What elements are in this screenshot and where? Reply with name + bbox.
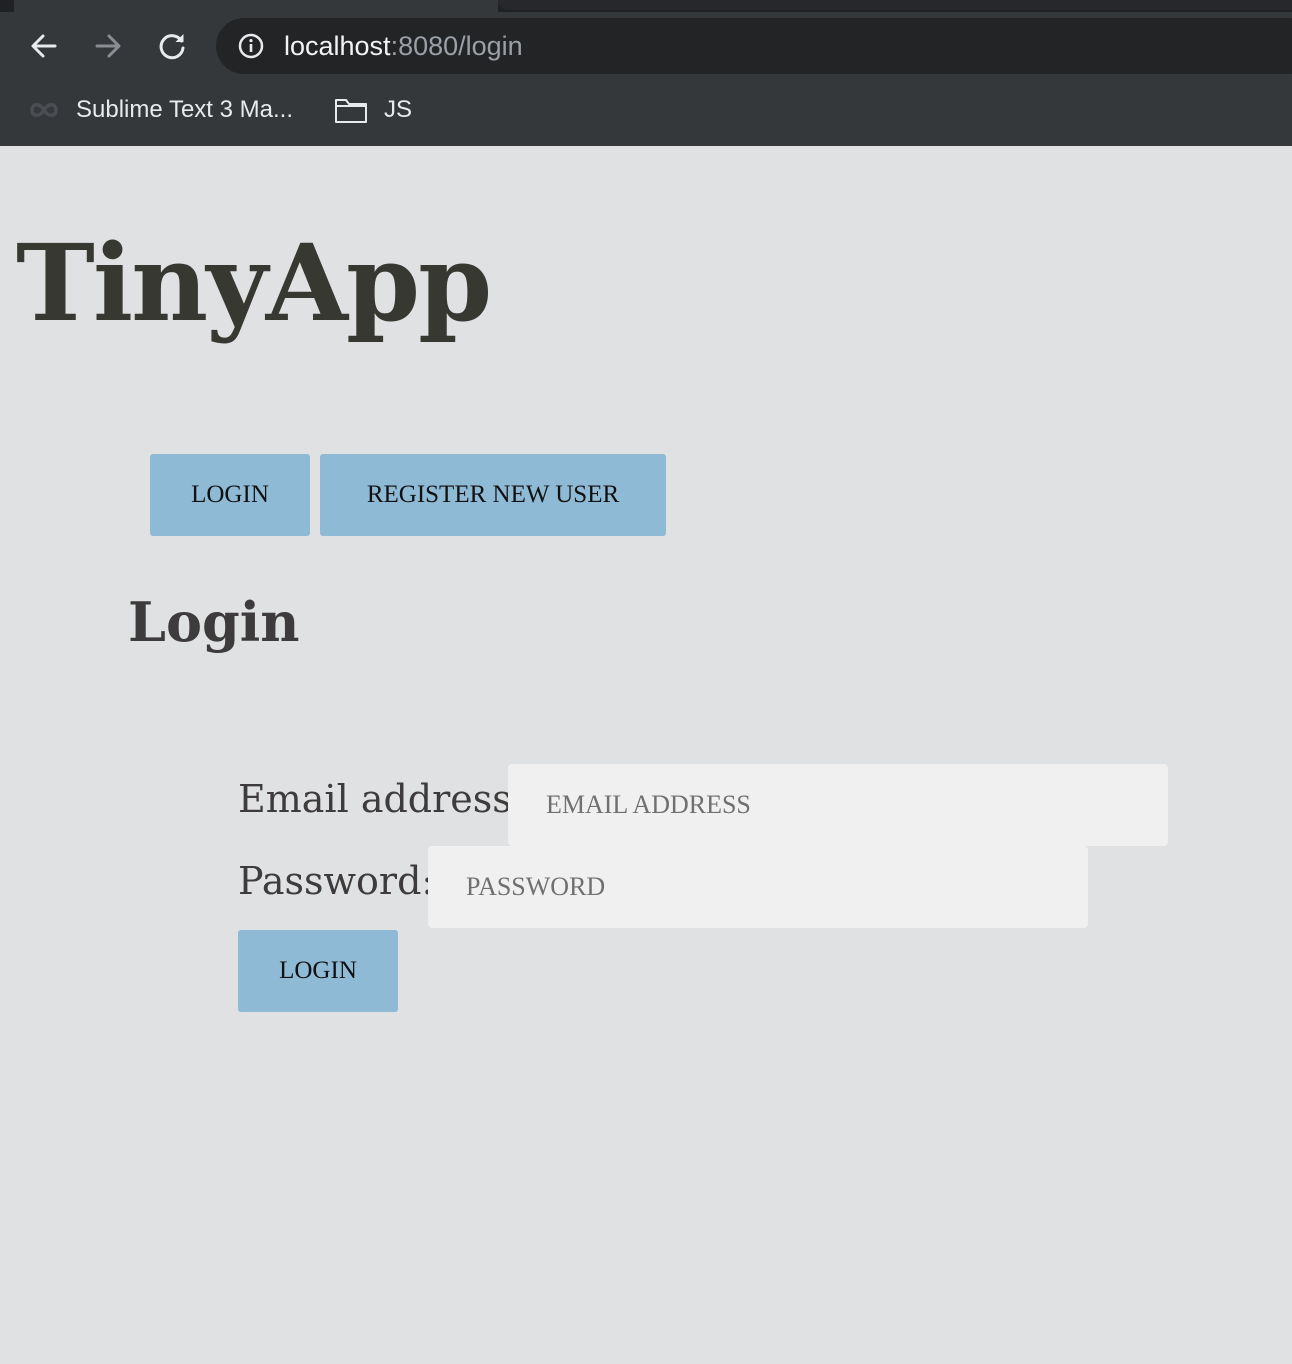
forward-button[interactable] — [86, 24, 130, 68]
page-content: TinyApp LOGIN REGISTER NEW USER Login Em… — [0, 146, 1292, 1364]
reload-button[interactable] — [150, 24, 194, 68]
browser-chrome: localhost:8080/login Sublime Text 3 Ma..… — [0, 0, 1292, 146]
register-new-user-button[interactable]: REGISTER NEW USER — [320, 454, 666, 536]
tab-strip — [0, 0, 1292, 12]
bookmark-sublime[interactable]: Sublime Text 3 Ma... — [28, 92, 293, 128]
bookmark-label: Sublime Text 3 Ma... — [76, 96, 293, 123]
info-icon[interactable] — [238, 33, 264, 59]
forward-arrow-icon — [95, 34, 121, 58]
active-tab[interactable] — [14, 0, 498, 12]
url-host: localhost — [284, 31, 391, 61]
password-field[interactable] — [428, 846, 1088, 928]
reload-icon — [159, 34, 185, 60]
folder-icon — [335, 99, 367, 123]
back-arrow-icon — [31, 34, 57, 58]
infinity-icon — [30, 103, 58, 117]
address-bar[interactable]: localhost:8080/login — [216, 18, 1292, 74]
bookmark-label: JS — [384, 96, 413, 123]
url-path: :8080/login — [390, 31, 523, 61]
bookmark-folder-js[interactable]: JS — [334, 92, 412, 128]
back-button[interactable] — [22, 24, 66, 68]
inactive-tab[interactable] — [498, 0, 1292, 10]
nav-login-button[interactable]: LOGIN — [150, 454, 310, 536]
page-title: Login — [128, 590, 300, 654]
url-text[interactable]: localhost:8080/login — [284, 30, 523, 62]
app-title: TinyApp — [16, 220, 492, 345]
email-field[interactable] — [508, 764, 1168, 846]
password-label: Password: — [238, 859, 435, 903]
login-submit-button[interactable]: LOGIN — [238, 930, 398, 1012]
email-label: Email address: — [238, 777, 525, 821]
